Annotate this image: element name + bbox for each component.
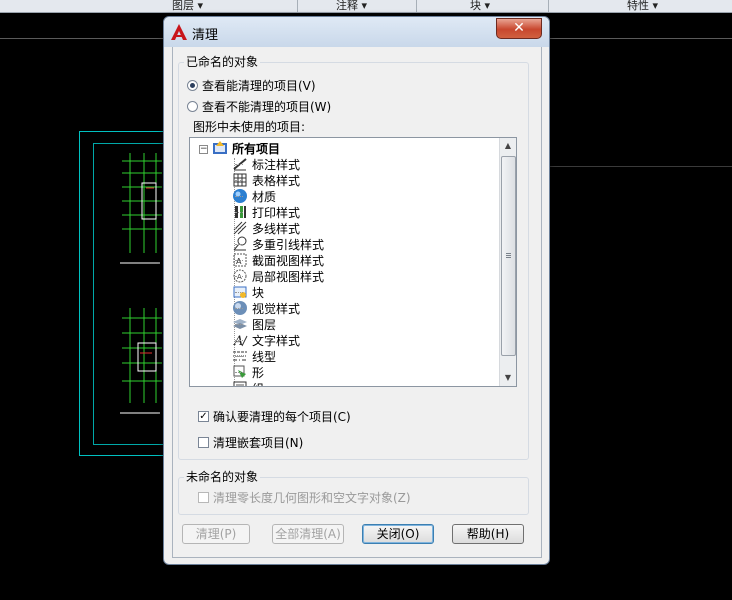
tree-item-label: 局部视图样式 — [252, 269, 325, 284]
ribbon-separator — [297, 0, 298, 12]
tree-item-label: 形 — [252, 365, 265, 380]
tree-collapse-toggle[interactable]: − — [199, 145, 208, 154]
view-nonpurgeable-radio[interactable]: 查看不能清理的项目(W) — [187, 98, 331, 115]
tree-scrollbar[interactable]: ▲ ▼ — [499, 138, 516, 386]
tree-item-group[interactable]: 组 — [232, 380, 264, 387]
tree-item-label: 打印样式 — [252, 205, 301, 220]
tree-item-label: 材质 — [252, 189, 277, 204]
tree-guide-line — [235, 260, 243, 261]
tree-item-label: 线型 — [252, 349, 277, 364]
floor-plan-drawing — [120, 153, 162, 414]
group-icon — [232, 380, 248, 386]
purge-button: 清理(P) — [182, 524, 250, 544]
purge-zero-length-label: 清理零长度几何图形和空文字对象(Z) — [213, 491, 411, 505]
ribbon-block-label: 块 — [470, 0, 481, 12]
dialog-title: 清理 — [192, 28, 219, 43]
tree-guide-line — [235, 308, 243, 309]
tree-item-detailviewstyle[interactable]: A 局部视图样式 — [232, 268, 324, 284]
view-purgeable-radio[interactable]: 查看能清理的项目(V) — [187, 77, 316, 94]
tree-item-label: 图层 — [252, 317, 277, 332]
tree-guide-line — [235, 180, 243, 181]
tree-guide-line — [235, 340, 243, 341]
confirm-each-item-checkbox[interactable]: ✓ 确认要清理的每个项目(C) — [198, 408, 351, 425]
tree-guide-line — [235, 292, 243, 293]
tree-item-label: 块 — [252, 285, 265, 300]
ribbon-separator — [548, 0, 549, 12]
tree-item-label: 表格样式 — [252, 173, 301, 188]
confirm-each-item-label: 确认要清理的每个项目(C) — [213, 410, 351, 424]
scroll-thumb[interactable] — [501, 156, 516, 356]
purge-all-button: 全部清理(A) — [272, 524, 344, 544]
help-button[interactable]: 帮助(H) — [452, 524, 524, 544]
ribbon-annotate-label: 注释 — [336, 0, 358, 12]
tree-item-mleaderstyle[interactable]: 多重引线样式 — [232, 236, 324, 252]
tree-guide-line — [235, 212, 243, 213]
ribbon-layers-label: 图层 — [172, 0, 194, 12]
ribbon-annotate-panel[interactable]: 注释 ▾ — [336, 0, 367, 13]
named-objects-title: 已命名的对象 — [184, 53, 261, 70]
autocad-logo-icon — [171, 24, 187, 40]
ribbon-properties-panel[interactable]: 特性 ▾ — [627, 0, 658, 13]
unused-items-tree[interactable]: − 所有项目 标注样式 表格样式 材质 打印样式 多线样式 多重引线样式 A 截… — [189, 137, 517, 387]
view-nonpurgeable-label: 查看不能清理的项目(W) — [202, 100, 332, 114]
tree-guide-line — [235, 244, 243, 245]
tree-guide-line — [235, 196, 243, 197]
ribbon-separator — [416, 0, 417, 12]
tree-item-label: 多线样式 — [252, 221, 301, 236]
scroll-down-arrow-icon[interactable]: ▼ — [500, 370, 516, 386]
purge-nested-checkbox[interactable]: 清理嵌套项目(N) — [198, 434, 303, 451]
grip-line — [506, 255, 511, 256]
ribbon-properties-label: 特性 — [627, 0, 649, 12]
grip-line — [506, 253, 511, 254]
purge-zero-length-checkbox: 清理零长度几何图形和空文字对象(Z) — [198, 489, 411, 506]
tree-caption: 图形中未使用的项目: — [193, 120, 306, 134]
tree-item-label: 文字样式 — [252, 333, 301, 348]
view-purgeable-label: 查看能清理的项目(V) — [202, 79, 316, 93]
purge-nested-label: 清理嵌套项目(N) — [213, 436, 304, 450]
ribbon-block-panel[interactable]: 块 ▾ — [470, 0, 490, 13]
checkmark-icon: ✓ — [198, 411, 209, 422]
tree-item-label: 组 — [252, 380, 264, 387]
scroll-up-arrow-icon[interactable]: ▲ — [500, 138, 516, 154]
tree-guide-line — [235, 276, 243, 277]
tree-guide-line — [235, 356, 243, 357]
all-items-icon — [212, 140, 228, 156]
unnamed-objects-title: 未命名的对象 — [184, 468, 261, 485]
ribbon-layers-panel[interactable]: 图层 ▾ — [172, 0, 203, 13]
ribbon-panel-bar: 图层 ▾ 注释 ▾ 块 ▾ 特性 ▾ — [0, 0, 732, 13]
dialog-title-bar[interactable]: 清理 ✕ — [164, 17, 549, 47]
tree-guide-line — [235, 164, 243, 165]
radio-selected-indicator — [187, 80, 198, 91]
grip-line — [506, 257, 511, 258]
tree-item-all[interactable]: 所有项目 — [212, 140, 280, 156]
radio-unselected-indicator — [187, 101, 198, 112]
tree-item-all-label: 所有项目 — [232, 141, 281, 156]
checkbox-empty — [198, 492, 209, 503]
tree-item-label: 标注样式 — [252, 157, 301, 172]
checkbox-empty — [198, 437, 209, 448]
tree-item-label: 多重引线样式 — [252, 237, 325, 252]
svg-text:A: A — [236, 257, 242, 266]
svg-text:A: A — [237, 273, 242, 281]
close-button[interactable]: 关闭(O) — [362, 524, 434, 544]
close-window-button[interactable]: ✕ — [496, 18, 542, 39]
tree-item-label: 截面视图样式 — [252, 253, 325, 268]
tree-guide-line — [235, 324, 243, 325]
canvas-grid-line — [547, 166, 732, 167]
tree-item-sectionviewstyle[interactable]: A 截面视图样式 — [232, 252, 324, 268]
tree-guide-line — [235, 228, 243, 229]
tree-guide-line — [235, 372, 243, 373]
tree-item-label: 视觉样式 — [252, 301, 301, 316]
